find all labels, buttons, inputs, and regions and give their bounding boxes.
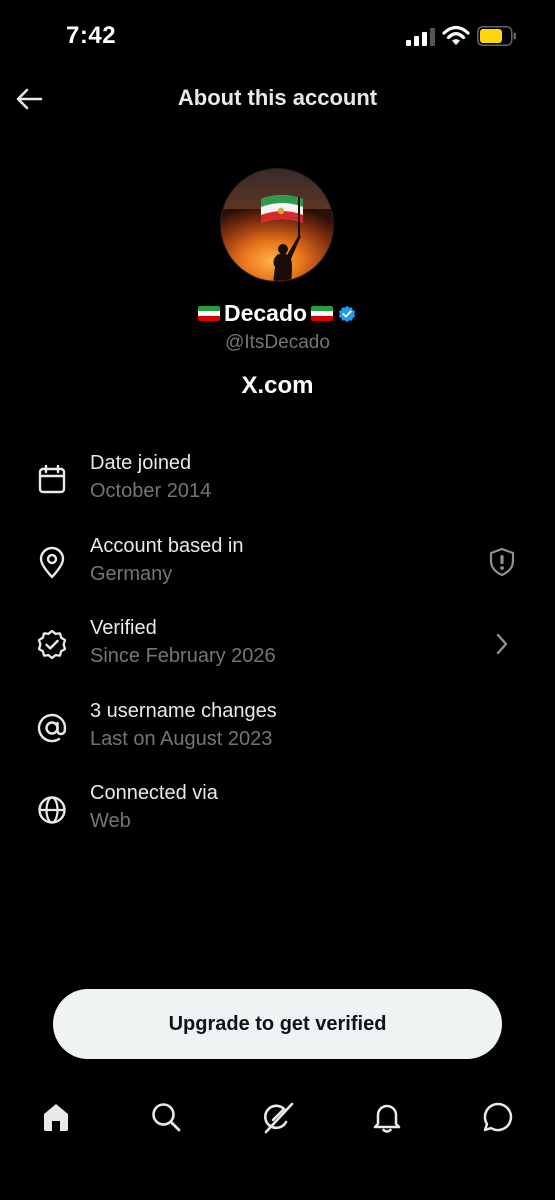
verified-badge-icon xyxy=(338,305,356,322)
wifi-icon xyxy=(442,25,470,45)
info-subtitle: Last on August 2023 xyxy=(90,728,273,750)
site-label: X.com xyxy=(241,372,314,399)
avatar[interactable] xyxy=(220,168,334,282)
info-title: Date joined xyxy=(90,452,192,474)
verified-badge-icon xyxy=(37,629,67,660)
info-title: Connected via xyxy=(90,782,218,804)
handle: @ItsDecado xyxy=(225,332,330,353)
shield-alert-button[interactable] xyxy=(487,547,517,577)
battery-icon xyxy=(477,26,516,46)
info-title: Verified xyxy=(90,617,157,639)
status-bar: 7:42 xyxy=(0,0,555,70)
iran-flag-icon xyxy=(197,306,220,321)
nav-search[interactable] xyxy=(146,1097,186,1137)
info-item-connected-via: Connected via Web xyxy=(0,782,555,852)
at-sign-icon xyxy=(37,713,67,743)
info-title: Account based in xyxy=(90,535,244,557)
chat-bubble-icon xyxy=(483,1102,513,1132)
display-name: Decado xyxy=(223,300,308,326)
iran-flag-icon xyxy=(311,306,334,321)
bottom-nav xyxy=(0,1085,555,1149)
info-item-account-based-in: Account based in Germany xyxy=(0,535,555,605)
calendar-icon xyxy=(38,464,66,494)
info-subtitle: Germany xyxy=(90,563,173,585)
home-icon xyxy=(44,1104,68,1131)
nav-messages[interactable] xyxy=(478,1097,518,1137)
globe-icon xyxy=(38,796,66,824)
info-subtitle: October 2014 xyxy=(90,480,212,502)
info-subtitle: Web xyxy=(90,810,131,832)
nav-notifications[interactable] xyxy=(367,1097,407,1137)
location-pin-icon xyxy=(39,546,65,579)
info-item-username-changes: 3 username changes Last on August 2023 xyxy=(0,700,555,770)
avatar-image xyxy=(221,169,333,281)
info-item-verified[interactable]: Verified Since February 2026 xyxy=(0,617,555,687)
cellular-signal-icon xyxy=(406,28,435,46)
search-icon xyxy=(152,1103,181,1132)
shield-alert-icon xyxy=(489,547,515,577)
profile-name-row: Decado xyxy=(0,300,555,327)
info-item-date-joined: Date joined October 2014 xyxy=(0,452,555,522)
status-time: 7:42 xyxy=(66,22,117,49)
info-title: 3 username changes xyxy=(90,700,277,722)
nav-home[interactable] xyxy=(36,1097,76,1137)
grok-icon xyxy=(264,1102,294,1134)
info-subtitle: Since February 2026 xyxy=(90,645,276,667)
upgrade-to-get-verified-button[interactable]: Upgrade to get verified xyxy=(53,989,502,1059)
bell-icon xyxy=(373,1104,401,1133)
page-title: About this account xyxy=(177,85,378,110)
chevron-right-button[interactable] xyxy=(487,629,517,659)
nav-grok[interactable] xyxy=(257,1097,297,1137)
chevron-right-icon xyxy=(496,633,508,655)
header: About this account xyxy=(0,70,555,128)
